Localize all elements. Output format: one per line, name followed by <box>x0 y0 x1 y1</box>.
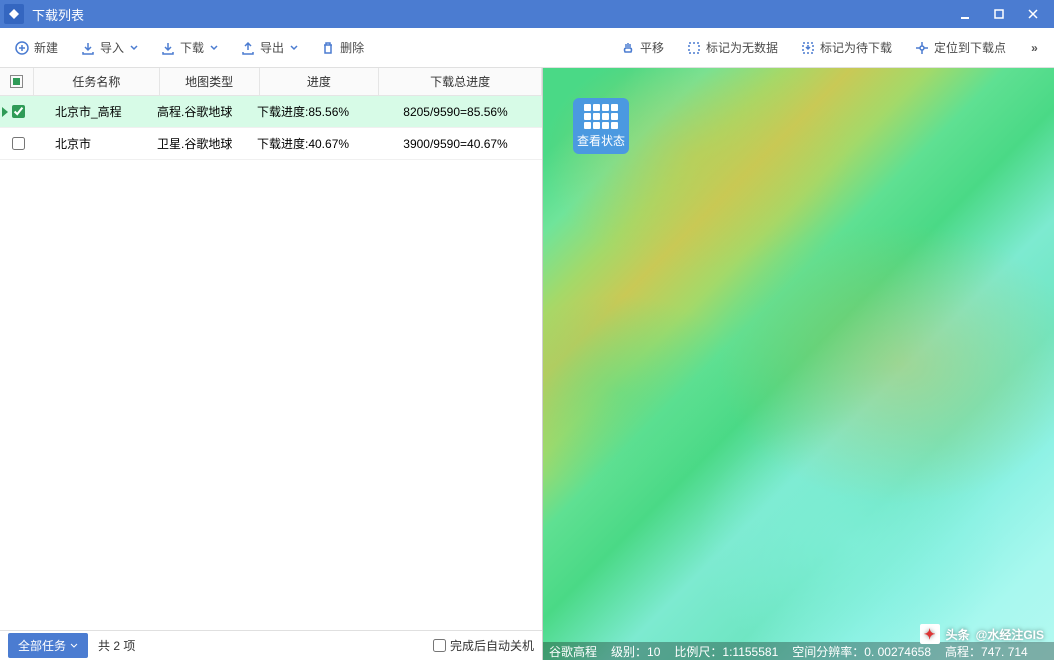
status-scale: 比例尺：1:1155581 <box>674 643 778 660</box>
chevron-down-icon <box>210 44 218 52</box>
watermark-prefix: 头条 <box>946 626 970 643</box>
window-title: 下载列表 <box>32 5 948 24</box>
grid-icon <box>584 104 618 129</box>
auto-shutdown-label: 完成后自动关机 <box>450 637 534 654</box>
cell-name: 北京市_高程 <box>25 103 151 120</box>
chevron-down-icon <box>70 642 78 650</box>
mark-pending-button[interactable]: 标记为待下载 <box>794 35 898 60</box>
status-level: 级别：10 <box>611 643 660 660</box>
locate-button[interactable]: 定位到下载点 <box>908 35 1012 60</box>
map-view[interactable]: 查看状态 ✦ 头条 @水经注GIS 谷歌高程 级别：10 比例尺：1:11555… <box>543 68 1054 660</box>
cell-type: 卫星.谷歌地球 <box>151 135 251 152</box>
all-tasks-button[interactable]: 全部任务 <box>8 633 88 658</box>
chevron-down-icon <box>130 44 138 52</box>
mark-pending-label: 标记为待下载 <box>820 39 892 56</box>
pan-button[interactable]: 平移 <box>614 35 670 60</box>
all-tasks-label: 全部任务 <box>18 637 66 654</box>
status-resolution: 空间分辨率：0. 00274658 <box>792 643 931 660</box>
header-type[interactable]: 地图类型 <box>160 68 260 95</box>
auto-shutdown-checkbox[interactable] <box>433 639 446 652</box>
cell-total: 8205/9590=85.56% <box>371 105 534 119</box>
titlebar: 下载列表 <box>0 0 1054 28</box>
download-label: 下载 <box>180 39 204 56</box>
cell-type: 高程.谷歌地球 <box>151 103 251 120</box>
row-checkbox[interactable] <box>12 105 25 118</box>
table-row[interactable]: 北京市 卫星.谷歌地球 下载进度:40.67% 3900/9590=40.67% <box>0 128 542 160</box>
new-label: 新建 <box>34 39 58 56</box>
maximize-button[interactable] <box>982 2 1016 26</box>
watermark-icon: ✦ <box>920 624 940 644</box>
header-checkbox[interactable] <box>0 68 34 95</box>
watermark-text: @水经注GIS <box>976 626 1044 643</box>
footer-bar: 全部任务 共 2 项 完成后自动关机 <box>0 630 542 660</box>
mark-nodata-label: 标记为无数据 <box>706 39 778 56</box>
export-button[interactable]: 导出 <box>234 35 304 60</box>
row-checkbox[interactable] <box>12 137 25 150</box>
status-layer: 谷歌高程 <box>549 643 597 660</box>
view-status-button[interactable]: 查看状态 <box>573 98 629 154</box>
table-body: 北京市_高程 高程.谷歌地球 下载进度:85.56% 8205/9590=85.… <box>0 96 542 630</box>
toolbar-overflow[interactable]: » <box>1022 41 1046 55</box>
app-icon <box>4 4 24 24</box>
new-button[interactable]: 新建 <box>8 35 64 60</box>
cell-total: 3900/9590=40.67% <box>371 137 534 151</box>
delete-button[interactable]: 删除 <box>314 35 370 60</box>
chevron-down-icon <box>290 44 298 52</box>
cell-name: 北京市 <box>25 135 151 152</box>
cell-progress: 下载进度:85.56% <box>251 103 371 120</box>
mark-nodata-button[interactable]: 标记为无数据 <box>680 35 784 60</box>
toolbar: 新建 导入 下载 导出 删除 平移 标记为无数据 标记为待下载 定位到下载点 » <box>0 28 1054 68</box>
download-button[interactable]: 下载 <box>154 35 224 60</box>
watermark: ✦ 头条 @水经注GIS <box>920 624 1044 644</box>
task-panel: 任务名称 地图类型 进度 下载总进度 北京市_高程 高程.谷歌地球 下载进度:8… <box>0 68 543 660</box>
pan-label: 平移 <box>640 39 664 56</box>
import-button[interactable]: 导入 <box>74 35 144 60</box>
map-statusbar: 谷歌高程 级别：10 比例尺：1:1155581 空间分辨率：0. 002746… <box>543 642 1054 660</box>
current-row-indicator <box>2 107 8 117</box>
view-status-label: 查看状态 <box>577 132 625 149</box>
locate-label: 定位到下载点 <box>934 39 1006 56</box>
close-button[interactable] <box>1016 2 1050 26</box>
export-label: 导出 <box>260 39 284 56</box>
status-elevation: 高程：747. 714 <box>945 643 1028 660</box>
header-total[interactable]: 下载总进度 <box>379 68 542 95</box>
table-header: 任务名称 地图类型 进度 下载总进度 <box>0 68 542 96</box>
import-label: 导入 <box>100 39 124 56</box>
task-count: 共 2 项 <box>98 637 135 654</box>
delete-label: 删除 <box>340 39 364 56</box>
header-progress[interactable]: 进度 <box>260 68 380 95</box>
auto-shutdown-option[interactable]: 完成后自动关机 <box>433 637 534 654</box>
minimize-button[interactable] <box>948 2 982 26</box>
cell-progress: 下载进度:40.67% <box>251 135 371 152</box>
header-name[interactable]: 任务名称 <box>34 68 160 95</box>
table-row[interactable]: 北京市_高程 高程.谷歌地球 下载进度:85.56% 8205/9590=85.… <box>0 96 542 128</box>
